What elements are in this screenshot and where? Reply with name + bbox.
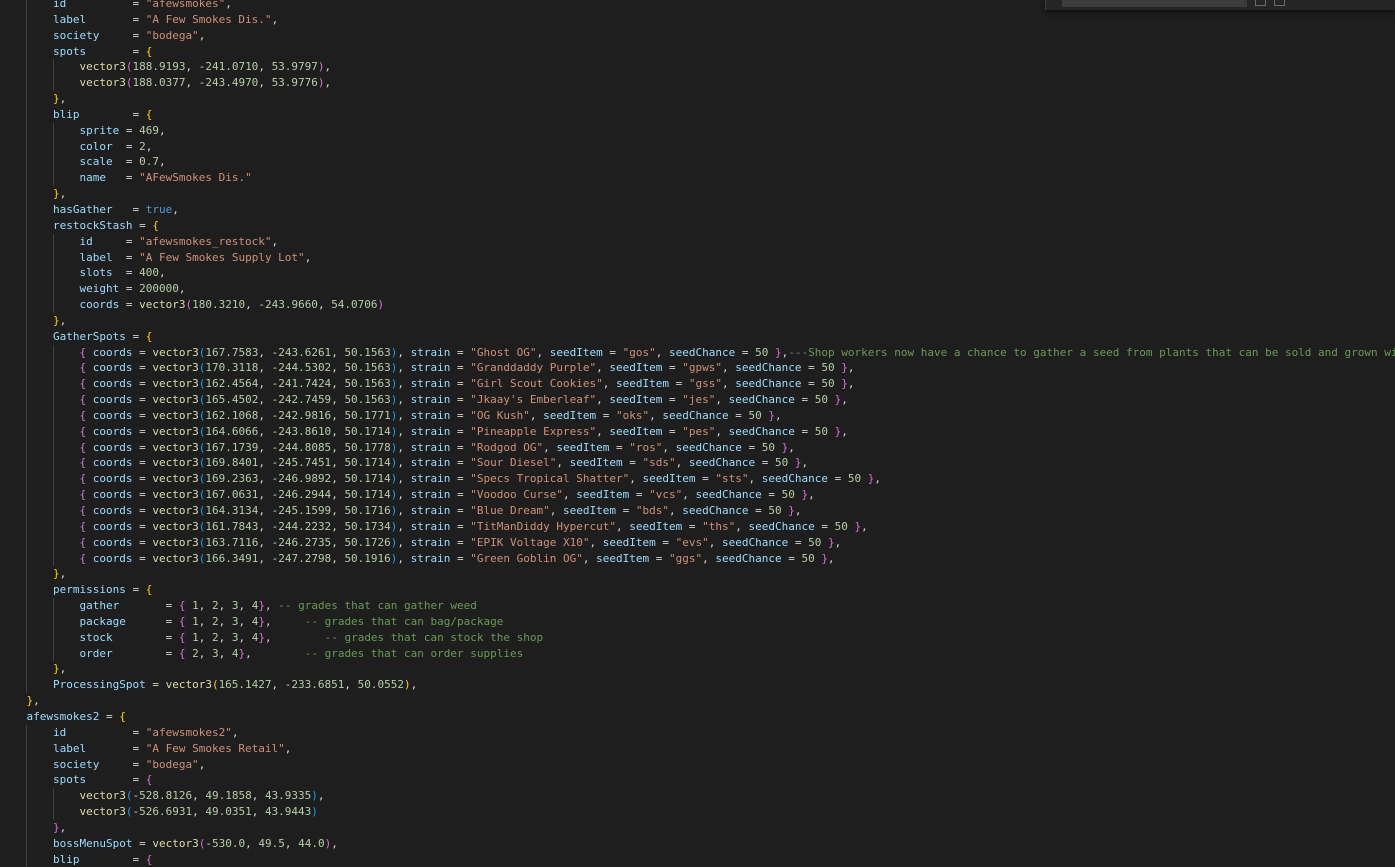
find-widget bbox=[1045, 0, 1395, 10]
find-previous-button[interactable] bbox=[1255, 0, 1266, 6]
code-editor[interactable]: id = "afewsmokes", label = "A Few Smokes… bbox=[0, 0, 1395, 867]
find-next-button[interactable] bbox=[1274, 0, 1285, 6]
find-input[interactable] bbox=[1062, 0, 1247, 7]
